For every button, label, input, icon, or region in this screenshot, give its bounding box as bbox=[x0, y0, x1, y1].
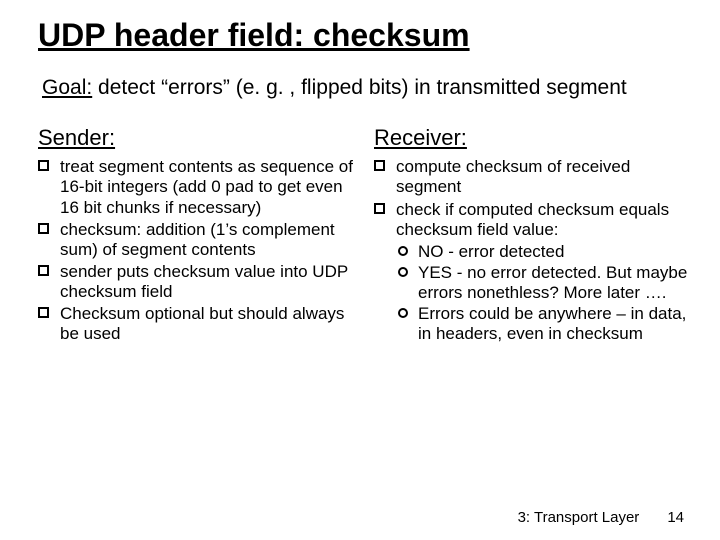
slide-title: UDP header field: checksum bbox=[38, 18, 692, 53]
square-bullet-icon bbox=[38, 223, 49, 234]
item-text: treat segment contents as sequence of 16… bbox=[60, 157, 353, 216]
receiver-heading: Receiver: bbox=[374, 125, 692, 151]
square-bullet-icon bbox=[374, 160, 385, 171]
footer-section: 3: Transport Layer bbox=[518, 509, 640, 526]
item-text: YES - no error detected. But maybe error… bbox=[418, 263, 687, 302]
item-text: sender puts checksum value into UDP chec… bbox=[60, 262, 348, 301]
goal-label: Goal: bbox=[42, 76, 92, 99]
circle-bullet-icon bbox=[398, 308, 408, 318]
sublist-item: YES - no error detected. But maybe error… bbox=[396, 263, 692, 303]
list-item: checksum: addition (1’s complement sum) … bbox=[38, 220, 356, 260]
square-bullet-icon bbox=[38, 160, 49, 171]
list-item: treat segment contents as sequence of 16… bbox=[38, 157, 356, 217]
footer: 3: Transport Layer 14 bbox=[518, 509, 684, 526]
sender-column: Sender: treat segment contents as sequen… bbox=[38, 125, 356, 345]
columns: Sender: treat segment contents as sequen… bbox=[38, 125, 692, 345]
sender-heading: Sender: bbox=[38, 125, 356, 151]
list-item: sender puts checksum value into UDP chec… bbox=[38, 262, 356, 302]
square-bullet-icon bbox=[374, 203, 385, 214]
receiver-column: Receiver: compute checksum of received s… bbox=[374, 125, 692, 345]
slide: UDP header field: checksum Goal: detect … bbox=[0, 0, 720, 540]
goal-text: detect “errors” (e. g. , flipped bits) i… bbox=[92, 76, 627, 99]
item-text: NO - error detected bbox=[418, 242, 564, 261]
item-text: checksum: addition (1’s complement sum) … bbox=[60, 220, 335, 259]
item-text: Checksum optional but should always be u… bbox=[60, 304, 344, 343]
list-item: check if computed checksum equals checks… bbox=[374, 200, 692, 344]
square-bullet-icon bbox=[38, 265, 49, 276]
square-bullet-icon bbox=[38, 307, 49, 318]
goal-line: Goal: detect “errors” (e. g. , flipped b… bbox=[38, 75, 692, 101]
list-item: compute checksum of received segment bbox=[374, 157, 692, 197]
page-number: 14 bbox=[667, 509, 684, 526]
sublist-item: Errors could be anywhere – in data, in h… bbox=[396, 304, 692, 344]
item-text: compute checksum of received segment bbox=[396, 157, 630, 196]
item-text: check if computed checksum equals checks… bbox=[396, 200, 669, 239]
list-item: Checksum optional but should always be u… bbox=[38, 304, 356, 344]
receiver-sublist: NO - error detected YES - no error detec… bbox=[396, 242, 692, 344]
circle-bullet-icon bbox=[398, 246, 408, 256]
receiver-list: compute checksum of received segment che… bbox=[374, 157, 692, 343]
sublist-item: NO - error detected bbox=[396, 242, 692, 262]
sender-list: treat segment contents as sequence of 16… bbox=[38, 157, 356, 343]
item-text: Errors could be anywhere – in data, in h… bbox=[418, 304, 686, 343]
circle-bullet-icon bbox=[398, 267, 408, 277]
